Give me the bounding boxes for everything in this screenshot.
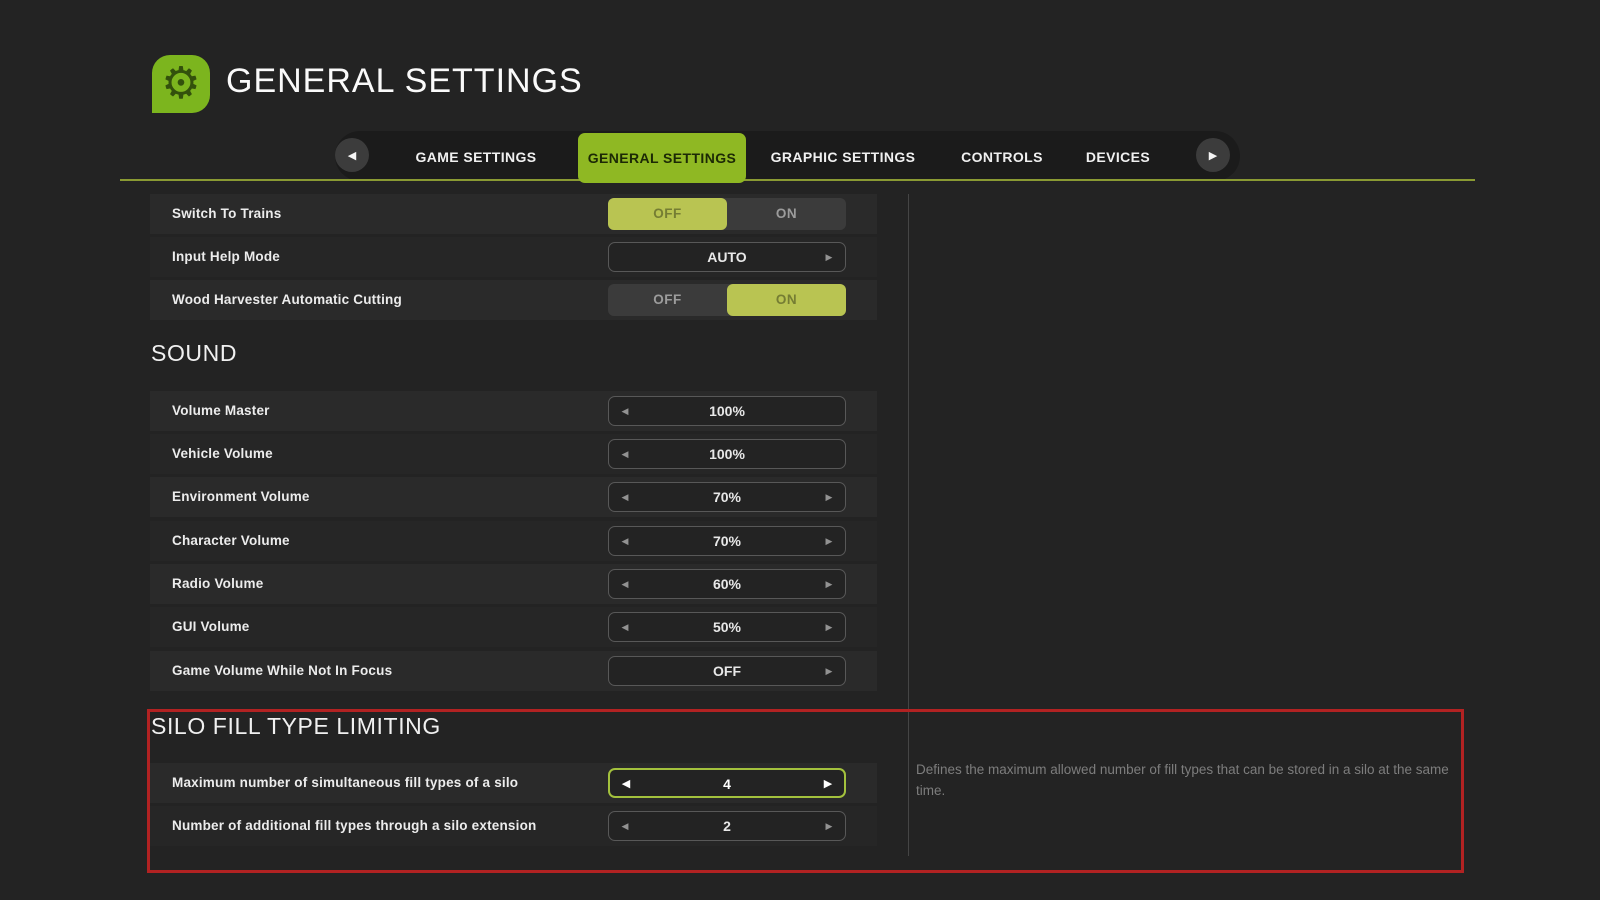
page-title: GENERAL SETTINGS [226, 62, 583, 101]
setting-label: Number of additional fill types through … [172, 806, 536, 846]
gui-volume-selector[interactable]: ◀ 50% ▶ [608, 612, 846, 642]
increase-arrow-icon[interactable]: ▶ [817, 243, 841, 271]
wood-harvester-toggle[interactable]: OFF ON [608, 284, 846, 316]
game-volume-focus-selector[interactable]: ◀ OFF ▶ [608, 656, 846, 686]
setting-label: Switch To Trains [172, 194, 281, 234]
silo-section-heading: SILO FILL TYPE LIMITING [151, 713, 441, 740]
selector-value: 50% [609, 613, 845, 641]
increase-arrow-icon[interactable]: ▶ [817, 657, 841, 685]
setting-row-switch-to-trains: Switch To Trains OFF ON [150, 194, 877, 234]
tabs-prev-button[interactable]: ◀ [335, 138, 369, 172]
setting-label: Maximum number of simultaneous fill type… [172, 763, 518, 803]
vehicle-volume-selector[interactable]: ◀ 100% ▶ [608, 439, 846, 469]
setting-row-game-volume-focus: Game Volume While Not In Focus ◀ OFF ▶ [150, 651, 877, 691]
selector-value: OFF [609, 657, 845, 685]
max-fill-types-selector[interactable]: ◀ 4 ▶ [608, 768, 846, 798]
volume-master-selector[interactable]: ◀ 100% ▶ [608, 396, 846, 426]
setting-label: Game Volume While Not In Focus [172, 651, 392, 691]
toggle-off-button[interactable]: OFF [608, 284, 727, 316]
increase-arrow-icon[interactable]: ▶ [817, 812, 841, 840]
setting-label: Volume Master [172, 391, 270, 431]
setting-description: Defines the maximum allowed number of fi… [916, 760, 1471, 802]
increase-arrow-icon[interactable]: ▶ [816, 770, 840, 798]
selector-value: 70% [609, 483, 845, 511]
setting-label: Radio Volume [172, 564, 263, 604]
tabs-next-button[interactable]: ▶ [1196, 138, 1230, 172]
setting-row-radio-volume: Radio Volume ◀ 60% ▶ [150, 564, 877, 604]
increase-arrow-icon[interactable]: ▶ [817, 613, 841, 641]
character-volume-selector[interactable]: ◀ 70% ▶ [608, 526, 846, 556]
toggle-on-button[interactable]: ON [727, 284, 846, 316]
extension-fill-types-selector[interactable]: ◀ 2 ▶ [608, 811, 846, 841]
setting-row-environment-volume: Environment Volume ◀ 70% ▶ [150, 477, 877, 517]
selector-value: 60% [609, 570, 845, 598]
increase-arrow-icon[interactable]: ▶ [817, 527, 841, 555]
selector-value: 100% [609, 397, 845, 425]
selector-value: 100% [609, 440, 845, 468]
input-help-mode-selector[interactable]: ◀ AUTO ▶ [608, 242, 846, 272]
setting-label: Input Help Mode [172, 237, 280, 277]
setting-label: Vehicle Volume [172, 434, 273, 474]
increase-arrow-icon[interactable]: ▶ [817, 570, 841, 598]
sound-section-heading: SOUND [151, 340, 237, 367]
setting-label: Environment Volume [172, 477, 310, 517]
selector-value: AUTO [609, 243, 845, 271]
tab-devices[interactable]: DEVICES [1056, 133, 1180, 181]
general-settings-screen: ⚙ GENERAL SETTINGS ◀ ▶ GAME SETTINGS GEN… [0, 0, 1600, 900]
setting-label: Character Volume [172, 521, 290, 561]
setting-label: GUI Volume [172, 607, 250, 647]
panel-divider [908, 194, 909, 856]
setting-row-vehicle-volume: Vehicle Volume ◀ 100% ▶ [150, 434, 877, 474]
setting-row-volume-master: Volume Master ◀ 100% ▶ [150, 391, 877, 431]
gear-icon: ⚙ [152, 55, 210, 113]
setting-row-extension-fill-types: Number of additional fill types through … [150, 806, 877, 846]
selector-value: 2 [609, 812, 845, 840]
selector-value: 4 [610, 770, 844, 796]
setting-label: Wood Harvester Automatic Cutting [172, 280, 402, 320]
setting-row-max-fill-types: Maximum number of simultaneous fill type… [150, 763, 877, 803]
switch-to-trains-toggle[interactable]: OFF ON [608, 198, 846, 230]
setting-row-input-help-mode: Input Help Mode ◀ AUTO ▶ [150, 237, 877, 277]
toggle-off-button[interactable]: OFF [608, 198, 727, 230]
environment-volume-selector[interactable]: ◀ 70% ▶ [608, 482, 846, 512]
tab-controls[interactable]: CONTROLS [941, 133, 1063, 181]
setting-row-gui-volume: GUI Volume ◀ 50% ▶ [150, 607, 877, 647]
tab-game-settings[interactable]: GAME SETTINGS [396, 133, 556, 181]
tab-general-settings[interactable]: GENERAL SETTINGS [578, 133, 746, 183]
toggle-on-button[interactable]: ON [727, 198, 846, 230]
setting-row-wood-harvester: Wood Harvester Automatic Cutting OFF ON [150, 280, 877, 320]
radio-volume-selector[interactable]: ◀ 60% ▶ [608, 569, 846, 599]
selector-value: 70% [609, 527, 845, 555]
increase-arrow-icon[interactable]: ▶ [817, 483, 841, 511]
setting-row-character-volume: Character Volume ◀ 70% ▶ [150, 521, 877, 561]
tab-graphic-settings[interactable]: GRAPHIC SETTINGS [763, 133, 923, 181]
